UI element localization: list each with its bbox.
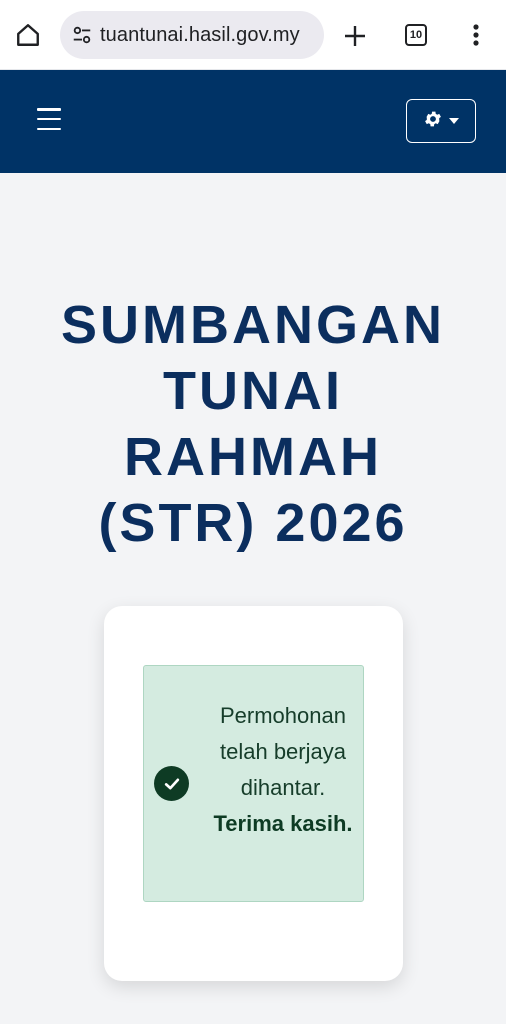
site-settings-icon[interactable] — [70, 23, 94, 47]
title-line: (STR) 2026 — [98, 493, 408, 553]
thanks-message: Terima kasih. — [213, 811, 353, 836]
address-bar[interactable]: tuantunai.hasil.gov.my — [60, 11, 324, 59]
hamburger-menu-icon[interactable] — [37, 108, 61, 130]
url-text[interactable]: tuantunai.hasil.gov.my — [100, 24, 320, 47]
success-alert: Permohonan telah berjaya dihantar. Terim… — [143, 665, 364, 902]
more-menu-icon[interactable] — [466, 20, 486, 50]
new-tab-icon[interactable] — [340, 21, 370, 51]
settings-dropdown-button[interactable] — [406, 99, 476, 143]
chevron-down-icon — [449, 118, 459, 124]
status-card: Permohonan telah berjaya dihantar. Terim… — [104, 606, 403, 981]
alert-message: Permohonan telah berjaya dihantar. Terim… — [208, 698, 358, 842]
success-message: Permohonan telah berjaya dihantar. — [220, 703, 346, 800]
title-line: RAHMAH — [124, 427, 382, 487]
gear-icon — [423, 109, 443, 134]
tab-count: 10 — [409, 29, 423, 41]
title-line: TUNAI — [163, 361, 343, 421]
tab-switcher-button[interactable]: 10 — [405, 24, 427, 46]
browser-toolbar: tuantunai.hasil.gov.my 10 — [0, 0, 506, 70]
home-icon[interactable] — [12, 19, 44, 51]
title-line: SUMBANGAN — [61, 295, 445, 355]
page-title: SUMBANGAN TUNAI RAHMAH (STR) 2026 — [0, 292, 506, 556]
site-navbar — [0, 70, 506, 173]
check-circle-icon — [154, 766, 189, 801]
